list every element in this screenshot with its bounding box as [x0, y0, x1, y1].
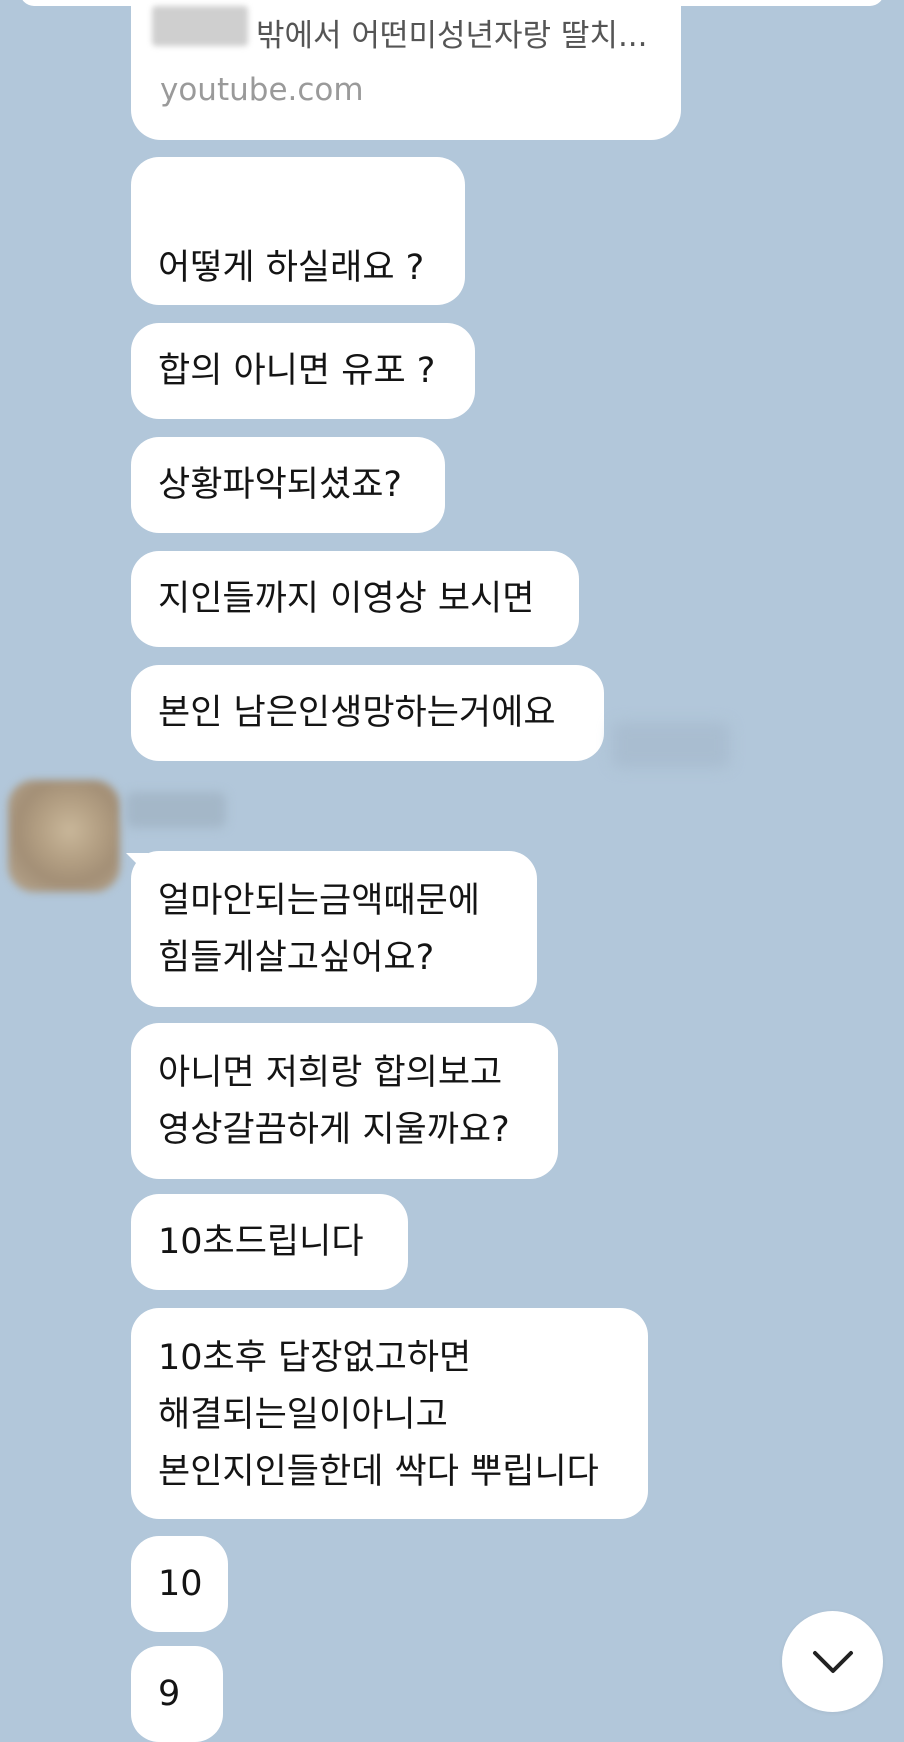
scroll-to-bottom-button[interactable] — [782, 1611, 883, 1712]
message-bubble: 합의 아니면 유포 ? — [131, 323, 475, 419]
message-bubble: 아니면 저희랑 합의보고 영상갈끔하게 지울까요? — [131, 1023, 558, 1179]
redacted-sender-name — [126, 792, 226, 828]
redacted-timestamp — [612, 722, 730, 768]
avatar[interactable] — [8, 780, 120, 892]
message-bubble: 10초드립니다 — [131, 1194, 408, 1290]
link-preview-title: 밖에서 어떤미성년자랑 딸치... — [256, 18, 648, 54]
redacted-thumbnail — [152, 6, 248, 46]
message-bubble: 상황파악되셨죠? — [131, 437, 445, 533]
message-bubble: 9 — [131, 1646, 223, 1742]
message-bubble: 10초후 답장없고하면 해결되는일이아니고 본인지인들한데 싹다 뿌립니다 — [131, 1308, 648, 1519]
message-bubble: 10 — [131, 1536, 228, 1632]
chevron-down-icon — [812, 1650, 853, 1673]
link-preview-domain: youtube.com — [160, 72, 364, 108]
message-bubble: 얼마안되는금액때문에 힘들게살고싶어요? — [131, 851, 537, 1007]
message-bubble: 본인 남은인생망하는거에요 — [131, 665, 604, 761]
message-bubble: 어떻게 하실래요 ? — [131, 157, 465, 305]
message-bubble: 지인들까지 이영상 보시면 — [131, 551, 579, 647]
